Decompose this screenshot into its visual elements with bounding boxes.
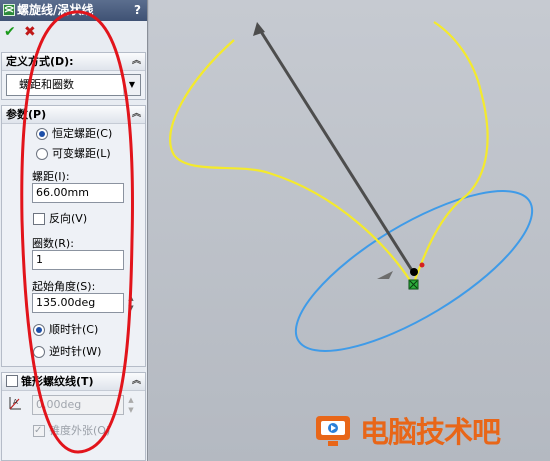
panel-title: 螺旋线/涡状线	[17, 3, 94, 17]
taper-angle-spinner[interactable]: ▲ ▼	[126, 395, 136, 415]
start-angle-input[interactable]: 135.00deg	[32, 293, 124, 313]
counterclockwise-label: 逆时针(W)	[49, 345, 102, 358]
dropdown-arrow-icon[interactable]: ▼	[123, 75, 140, 95]
helix-feature-icon	[3, 4, 15, 16]
pitch-input[interactable]: 66.00mm	[32, 183, 124, 203]
start-point[interactable]	[410, 268, 418, 276]
definition-selected-value: 螺距和圈数	[19, 78, 74, 91]
collapse-chevron-icon[interactable]: ︽	[132, 53, 141, 70]
turns-label: 圈数(R):	[32, 237, 74, 250]
checkbox-unchecked-icon	[33, 213, 45, 225]
taper-group-header[interactable]: 锥形螺纹线(T) ︽	[2, 373, 145, 391]
svg-text:A: A	[13, 398, 18, 406]
parameters-group: 参数(P) ︽ 恒定螺距(C) 可变螺距(L) 螺距(I): 66.00mm 反…	[1, 105, 146, 367]
ok-button[interactable]: ✔	[4, 25, 16, 39]
helix-axis	[258, 29, 415, 273]
turns-input[interactable]: 1	[32, 250, 124, 270]
close-icon: ✖	[24, 24, 36, 40]
definition-group-header[interactable]: 定义方式(D): ︽	[2, 53, 145, 71]
direction-arrow-icon[interactable]	[377, 271, 393, 279]
collapse-chevron-icon[interactable]: ︽	[132, 373, 141, 390]
check-icon: ✓	[34, 425, 43, 436]
radio-unselected-icon	[33, 346, 45, 358]
cancel-button[interactable]: ✖	[24, 25, 36, 39]
start-marker	[419, 262, 425, 268]
radio-selected-icon	[36, 128, 48, 140]
collapse-chevron-icon[interactable]: ︽	[132, 106, 141, 123]
parameters-group-title: 参数(P)	[6, 108, 47, 121]
pitch-label: 螺距(I):	[32, 170, 70, 183]
definition-group: 定义方式(D): ︽ 螺距和圈数 ▼	[1, 52, 146, 100]
watermark-text: 电脑技术吧	[360, 415, 501, 449]
panel-actions: ✔ ✖	[0, 23, 147, 41]
property-manager-panel: 螺旋线/涡状线 ? ✔ ✖ 定义方式(D): ︽ 螺距和圈数 ▼ 参数(P) ︽…	[0, 0, 148, 461]
definition-dropdown[interactable]: 螺距和圈数 ▼	[6, 74, 141, 96]
reverse-label: 反向(V)	[49, 212, 88, 225]
help-button[interactable]: ?	[134, 0, 141, 21]
radio-selected-icon	[33, 324, 45, 336]
watermark: 电脑技术吧	[312, 412, 548, 452]
definition-group-title: 定义方式(D):	[6, 55, 74, 68]
helix-preview	[169, 21, 534, 352]
monitor-logo-icon	[316, 416, 350, 446]
taper-angle-icon: A	[9, 397, 21, 410]
constant-pitch-label: 恒定螺距(C)	[52, 127, 113, 140]
taper-group-title: 锥形螺纹线(T)	[21, 375, 94, 388]
check-icon: ✔	[4, 24, 16, 40]
variable-pitch-label: 可变螺距(L)	[52, 147, 111, 160]
start-angle-label: 起始角度(S):	[32, 280, 96, 293]
start-angle-spinner[interactable]: ▲ ▼	[126, 293, 136, 313]
taper-angle-input[interactable]: 0.00deg	[32, 395, 124, 415]
clockwise-label: 顺时针(C)	[49, 323, 99, 336]
helix-curve	[169, 21, 489, 286]
taper-group: 锥形螺纹线(T) ︽ A 0.00deg ▲ ▼ ✓ 锥度外张(O)	[1, 372, 146, 461]
radio-unselected-icon	[36, 148, 48, 160]
taper-outward-label: 锥度外张(O)	[49, 424, 111, 437]
checkbox-unchecked-icon	[6, 375, 18, 387]
panel-titlebar: 螺旋线/涡状线 ?	[0, 0, 147, 21]
graphics-viewport[interactable]	[149, 0, 550, 461]
parameters-group-header[interactable]: 参数(P) ︽	[2, 106, 145, 124]
